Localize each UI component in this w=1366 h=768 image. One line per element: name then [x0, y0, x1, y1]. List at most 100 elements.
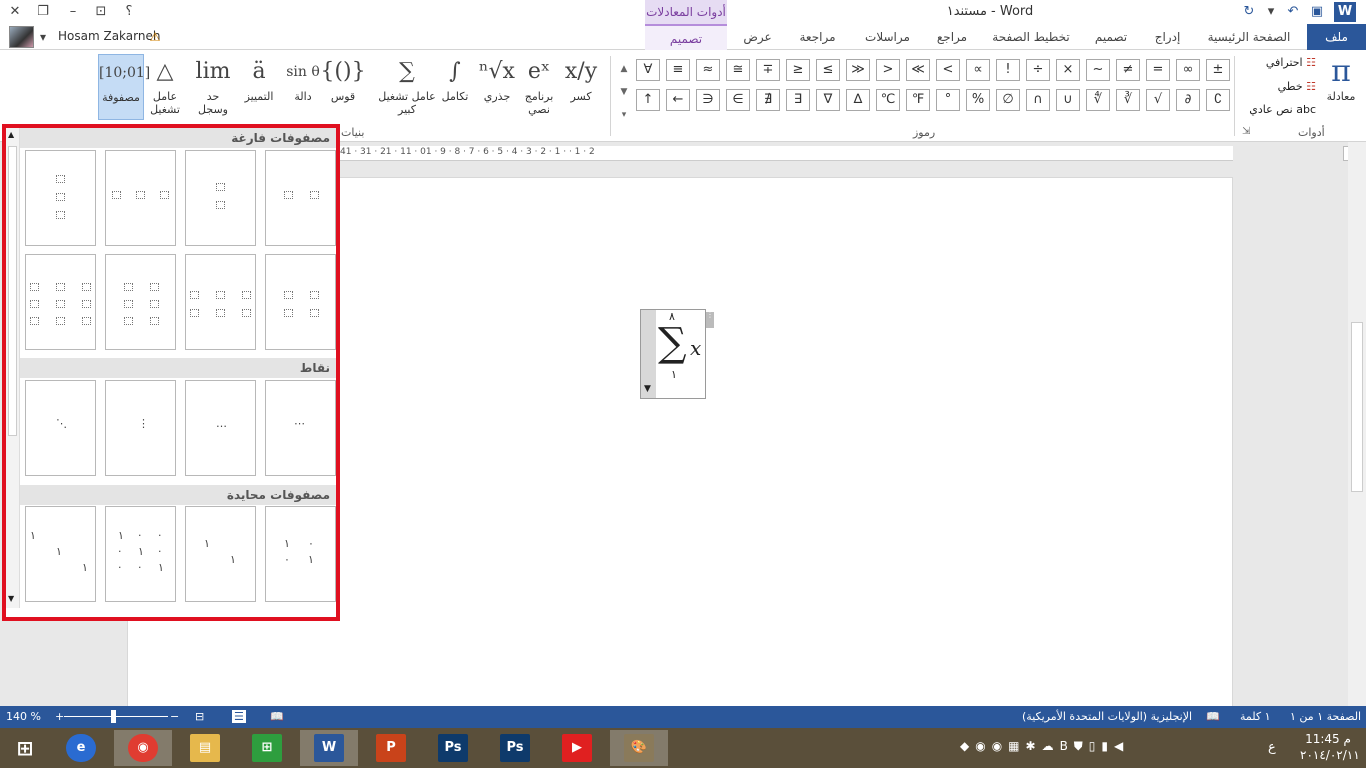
equation-options-icon[interactable]: ▼: [644, 384, 651, 394]
structure-button[interactable]: ∑ عامل تشغيل كبير: [374, 54, 440, 120]
zoom-slider[interactable]: [64, 716, 168, 717]
gallery-scroll-thumb[interactable]: [8, 146, 17, 436]
taskbar-app-ps[interactable]: Ps: [486, 730, 544, 766]
taskbar-app-chrome[interactable]: ◉: [114, 730, 172, 766]
structure-button[interactable]: △ عامل تشغيل: [142, 54, 188, 120]
matrix-template-tile[interactable]: ⋮: [105, 380, 176, 476]
symbol-button[interactable]: ≈: [696, 59, 720, 81]
matrix-template-tile[interactable]: [25, 254, 96, 350]
save-icon[interactable]: ▣: [1306, 2, 1328, 22]
sum-variable[interactable]: x: [690, 336, 701, 360]
linear-button[interactable]: خطي ☷: [1232, 80, 1316, 93]
tab-references[interactable]: مراجع: [928, 24, 976, 50]
qat-dropdown-icon[interactable]: ▾: [1260, 2, 1282, 22]
taskbar-app-ie[interactable]: e: [52, 730, 110, 766]
symbol-button[interactable]: ℉: [906, 89, 930, 111]
gallery-scrollbar[interactable]: ▲ ▼: [6, 128, 20, 608]
matrix-template-tile[interactable]: [185, 150, 256, 246]
tab-home[interactable]: الصفحة الرئيسية: [1198, 24, 1300, 50]
symbol-button[interactable]: √: [1146, 89, 1170, 111]
symbol-button[interactable]: ↑: [636, 89, 660, 111]
tray-icons[interactable]: ◆◉◉▦✱☁B⛊▯▮◀: [960, 739, 1190, 754]
symbol-button[interactable]: ≡: [666, 59, 690, 81]
taskbar-app-paint[interactable]: 🎨: [610, 730, 668, 766]
sum-operator[interactable]: ∑: [658, 320, 687, 366]
help-button[interactable]: ؟: [118, 2, 140, 22]
symbol-button[interactable]: !: [996, 59, 1020, 81]
symbol-button[interactable]: ∪: [1056, 89, 1080, 111]
page-count[interactable]: الصفحة ١ من ١: [1290, 710, 1361, 723]
matrix-template-tile[interactable]: …: [185, 380, 256, 476]
scroll-up-icon[interactable]: ▲: [8, 130, 14, 139]
equation-button[interactable]: π معادلة: [1318, 54, 1364, 120]
structure-button[interactable]: {()} قوس: [320, 54, 366, 120]
matrix-template-tile[interactable]: [185, 254, 256, 350]
minimize-icon[interactable]: –: [62, 2, 84, 22]
taskbar-app-store[interactable]: ⊞: [238, 730, 296, 766]
symbol-button[interactable]: °: [936, 89, 960, 111]
read-mode-icon[interactable]: 📖: [270, 710, 284, 723]
equation-handle[interactable]: ▼: [641, 310, 656, 398]
structure-button[interactable]: lim حد وسجل: [190, 54, 236, 120]
equation-container[interactable]: ▼ ٨ ∑ ١ x ⋮: [640, 309, 714, 399]
structure-button[interactable]: sin θ دالة: [280, 54, 326, 120]
zoom-slider-thumb[interactable]: [111, 710, 116, 723]
redo-icon[interactable]: ↻: [1238, 2, 1260, 22]
symbol-button[interactable]: ∞: [1176, 59, 1200, 81]
symbol-button[interactable]: ≤: [816, 59, 840, 81]
matrix-template-tile[interactable]: [105, 254, 176, 350]
language[interactable]: الإنجليزية (الولايات المتحدة الأمريكية): [1022, 710, 1192, 723]
symbol-button[interactable]: ≥: [786, 59, 810, 81]
sum-lower-limit[interactable]: ١: [671, 368, 677, 381]
matrix-template-tile[interactable]: ١ · · · ١ · · · ١: [105, 506, 176, 602]
tab-design[interactable]: تصميم: [1085, 24, 1137, 50]
symbol-button[interactable]: ∩: [1026, 89, 1050, 111]
matrix-template-tile[interactable]: ١ ٠ ٠ ١: [265, 506, 336, 602]
matrix-template-tile[interactable]: [265, 254, 336, 350]
symbol-button[interactable]: ∜: [1086, 89, 1110, 111]
symbol-button[interactable]: =: [1146, 59, 1170, 81]
matrix-template-tile[interactable]: [265, 150, 336, 246]
symbol-button[interactable]: ÷: [1026, 59, 1050, 81]
symbol-button[interactable]: ∛: [1116, 89, 1140, 111]
print-layout-icon[interactable]: ☰: [232, 710, 246, 723]
symbol-button[interactable]: ≠: [1116, 59, 1140, 81]
tab-equation-design[interactable]: تصميم: [645, 24, 727, 50]
tools-launcher-icon[interactable]: ⇲: [1242, 126, 1250, 137]
normal-text-button[interactable]: نص عادي abc: [1232, 103, 1316, 116]
symbol-button[interactable]: ~: [1086, 59, 1110, 81]
symbol-button[interactable]: ℃: [876, 89, 900, 111]
symbol-button[interactable]: %: [966, 89, 990, 111]
symbol-button[interactable]: ∓: [756, 59, 780, 81]
symbol-button[interactable]: ∀: [636, 59, 660, 81]
zoom-in-icon[interactable]: +: [55, 710, 64, 723]
matrix-template-tile[interactable]: [105, 150, 176, 246]
symbol-button[interactable]: <: [936, 59, 960, 81]
account-dropdown-icon[interactable]: ▾: [36, 24, 50, 50]
structure-button[interactable]: ⁿ√x جذري: [474, 54, 520, 120]
taskbar-app-powerpoint[interactable]: P: [362, 730, 420, 766]
tab-view[interactable]: عرض: [735, 24, 780, 50]
proofing-icon[interactable]: 📖: [1206, 710, 1220, 723]
symbol-button[interactable]: ≅: [726, 59, 750, 81]
symbol-button[interactable]: ∅: [996, 89, 1020, 111]
equation-drag-icon[interactable]: ⋮: [706, 311, 714, 328]
close-icon[interactable]: ✕: [4, 2, 26, 22]
ribbon-display-icon[interactable]: ⊡: [90, 2, 112, 22]
symbol-button[interactable]: ←: [666, 89, 690, 111]
symbol-button[interactable]: >: [876, 59, 900, 81]
input-language[interactable]: ع: [1268, 740, 1276, 755]
symbol-button[interactable]: ∄: [756, 89, 780, 111]
avatar[interactable]: [9, 26, 34, 48]
symbol-button[interactable]: ∇: [816, 89, 840, 111]
symbol-button[interactable]: ≪: [906, 59, 930, 81]
taskbar-app-word[interactable]: W: [300, 730, 358, 766]
symbol-button[interactable]: ∃: [786, 89, 810, 111]
tab-review[interactable]: مراجعة: [790, 24, 845, 50]
windows-start-icon[interactable]: ⊞: [0, 730, 50, 766]
symbol-button[interactable]: ∆: [846, 89, 870, 111]
horizontal-ruler[interactable]: 41 · 31 · 21 · 11 · 01 · 9 · 8 · 7 · 6 ·…: [340, 146, 1233, 161]
structure-button[interactable]: ä التمييز: [236, 54, 282, 120]
professional-button[interactable]: احترافي ☷: [1232, 56, 1316, 69]
tab-insert[interactable]: إدراج: [1145, 24, 1190, 50]
